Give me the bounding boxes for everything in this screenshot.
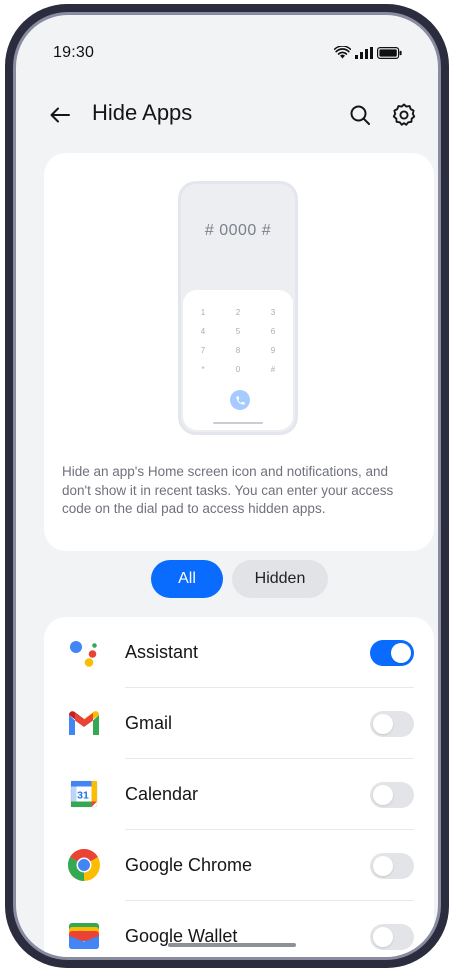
hide-apps-description: Hide an app's Home screen icon and notif… [62,464,394,516]
app-list: Assistant Gmail 31 Calendar Google Chrom… [44,617,434,957]
app-name: Google Chrome [125,855,253,875]
status-bar: 19:30 [16,15,438,87]
dialpad-key: 9 [270,346,276,355]
gear-icon [392,103,416,126]
illustration-home-bar [213,422,263,424]
dialpad-row: 4 5 6 [197,327,279,336]
toggle-knob [373,714,393,734]
device-bezel: 19:30 Hide Apps # 0000 # 1 2 3 4 5 6 7 8… [13,12,441,960]
home-indicator[interactable] [168,943,296,947]
back-button[interactable] [44,99,76,131]
dialpad-illustration-keys: 1 2 3 4 5 6 7 8 9 * 0 # [183,290,293,430]
hide-toggle[interactable] [370,782,414,808]
tab-hidden[interactable]: Hidden [232,560,328,598]
status-time: 19:30 [53,44,95,61]
calendar-icon: 31 [70,780,98,808]
access-code-sample: # 0000 # [204,222,272,239]
list-item-assistant[interactable]: Assistant [44,617,434,688]
intro-card: # 0000 # 1 2 3 4 5 6 7 8 9 * 0 # Hide an… [44,153,434,551]
dialpad-key: 3 [270,308,276,317]
dialpad-key: # [270,365,276,374]
toggle-knob [373,785,393,805]
battery-icon [377,46,402,59]
dialpad-illustration: # 0000 # 1 2 3 4 5 6 7 8 9 * 0 # [178,181,298,435]
calendar-icon-date: 31 [77,790,89,802]
hide-toggle[interactable] [370,640,414,666]
dialpad-key: * [201,365,205,374]
dialpad-key: 6 [270,327,276,336]
toggle-knob [373,927,393,947]
hide-toggle[interactable] [370,711,414,737]
assistant-icon [70,641,97,667]
app-name: Calendar [125,784,199,804]
top-app-bar: Hide Apps [16,87,438,143]
dialpad-key: 5 [235,327,241,336]
status-icons [334,46,402,59]
dialpad-key: 8 [235,346,241,355]
hide-toggle[interactable] [370,924,414,950]
list-item-wallet[interactable]: Google Wallet [44,901,434,957]
back-arrow-icon [50,107,70,123]
dialpad-row: 1 2 3 [197,308,279,317]
dialpad-key: 4 [200,327,206,336]
search-button[interactable] [344,99,376,131]
call-icon [230,390,250,410]
settings-button[interactable] [388,99,420,131]
dialpad-key: 7 [200,346,206,355]
gmail-icon [69,711,99,735]
hide-toggle[interactable] [370,853,414,879]
signal-icon [355,46,373,59]
tab-all[interactable]: All [151,560,223,598]
toggle-knob [373,856,393,876]
wifi-icon [334,46,351,59]
app-name: Assistant [125,642,199,662]
list-item-gmail[interactable]: Gmail [44,688,434,759]
screen: 19:30 Hide Apps # 0000 # 1 2 3 4 5 6 7 8… [16,15,438,957]
dialpad-row: * 0 # [197,365,279,374]
wallet-icon [69,923,99,949]
app-name: Gmail [125,713,173,733]
dialpad-key: 1 [200,308,206,317]
list-item-calendar[interactable]: 31 Calendar [44,759,434,830]
dialpad-row: 7 8 9 [197,346,279,355]
chrome-icon [67,848,100,881]
dialpad-key: 2 [235,308,241,317]
filter-tabs: All Hidden [16,560,438,600]
dialpad-key: 0 [235,365,241,374]
page-title: Hide Apps [92,100,193,125]
search-icon [350,105,370,125]
toggle-knob [391,643,411,663]
device-frame: 19:30 Hide Apps # 0000 # 1 2 3 4 5 6 7 8… [5,4,449,968]
list-item-chrome[interactable]: Google Chrome [44,830,434,901]
